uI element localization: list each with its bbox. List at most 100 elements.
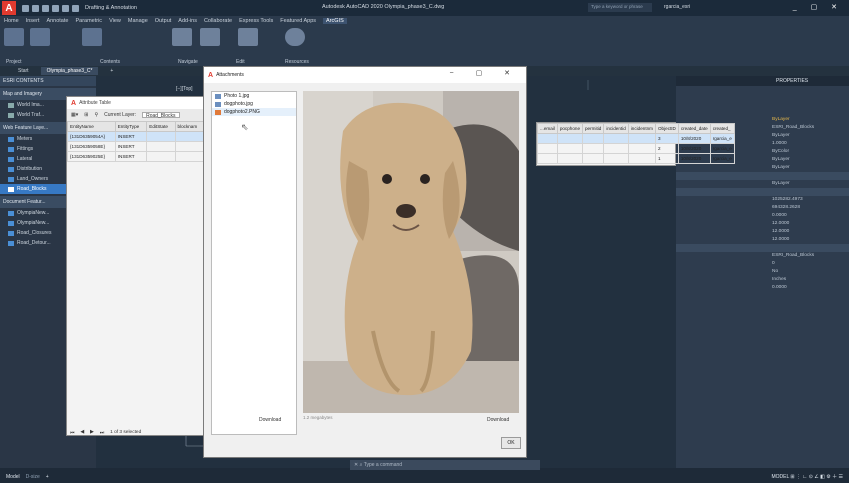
print-icon[interactable] [52, 4, 59, 12]
tab-annotate[interactable]: Annotate [46, 18, 68, 24]
window-controls[interactable]: _ ▢ ✕ [793, 3, 843, 11]
autocad-icon: A [71, 99, 77, 107]
column-header[interactable]: created_ [709, 123, 735, 134]
zoom-to-icon[interactable]: ⊞ [84, 112, 88, 118]
attachment-file-list: Photo 1.jpg dogphoto.jpg dogphoto2.PNG [211, 91, 297, 435]
property-value[interactable]: ByLayer [676, 180, 849, 188]
tab-arcgis[interactable]: ArcGIS [323, 18, 347, 24]
locate-icon[interactable] [172, 28, 192, 46]
dialog-window-controls[interactable]: − ▢ ✕ [450, 69, 520, 77]
property-value[interactable]: 0.0000 [676, 212, 849, 220]
coordinate-system-icon[interactable] [4, 28, 24, 46]
project-settings-icon[interactable] [30, 28, 50, 46]
tab-parametric[interactable]: Parametric [75, 18, 102, 24]
property-value[interactable]: Inches [676, 276, 849, 284]
workspace-select[interactable]: Drafting & Annotation [85, 5, 137, 11]
search-icon[interactable]: ⚲ [94, 112, 98, 118]
current-layer-label: Current Layer: [104, 112, 137, 118]
table-options-icon[interactable]: ▦▾ [71, 112, 78, 118]
property-value[interactable]: 0.0000 [676, 284, 849, 292]
tab-insert[interactable]: Insert [26, 18, 40, 24]
layer-icon [8, 136, 14, 142]
column-header[interactable]: blocknam [174, 121, 206, 132]
user-name[interactable]: rgarcia_esri [664, 4, 690, 10]
property-value[interactable]: 12.0000 [676, 220, 849, 228]
tab-document[interactable]: Olympia_phase3_C* [40, 67, 99, 75]
attribute-grid: EntityName EntityType EditState blocknam… [67, 121, 206, 162]
next-record-button[interactable]: ▶ [90, 430, 94, 436]
open-icon[interactable] [32, 4, 39, 12]
column-header[interactable]: incidentnm [627, 123, 656, 134]
table-row[interactable]: {131D6359054A} INSERT [67, 131, 206, 142]
column-header[interactable]: EntityType [114, 121, 148, 132]
property-section[interactable] [676, 244, 849, 252]
column-header[interactable]: created_date [677, 123, 711, 134]
save-icon[interactable] [42, 4, 49, 12]
column-header[interactable]: incidentid [603, 123, 629, 134]
autocad-logo-icon[interactable]: A [2, 1, 16, 15]
synchronize-icon[interactable] [238, 28, 258, 46]
download-right-button[interactable]: Download [487, 417, 509, 423]
previous-record-button[interactable]: ◀ [80, 430, 84, 436]
column-header[interactable]: permitid [581, 123, 605, 134]
new-icon[interactable] [22, 4, 29, 12]
file-item[interactable]: Photo 1.jpg [212, 92, 296, 100]
tab-express-tools[interactable]: Express Tools [239, 18, 273, 24]
tab-start[interactable]: Start [18, 68, 29, 74]
column-header[interactable]: pocphone [556, 123, 584, 134]
zoom-icon[interactable] [200, 28, 220, 46]
last-record-button[interactable]: ⏭ [100, 430, 104, 436]
search-input[interactable]: Type a keyword or phrase [588, 3, 652, 12]
add-data-icon[interactable] [82, 28, 102, 46]
command-input[interactable]: Type a command [364, 462, 402, 468]
help-icon[interactable] [285, 28, 305, 46]
table-row[interactable]: {131D6359058E} INSERT [67, 141, 206, 152]
tab-manage[interactable]: Manage [128, 18, 148, 24]
status-mode[interactable]: MODEL ⊞ ⋮ ∟ ⊙ ∠ ◧ ⚙ ＋ ☰ [771, 473, 843, 480]
tab-addins[interactable]: Add-ins [178, 18, 197, 24]
column-header[interactable]: EntityName [67, 121, 116, 132]
ok-button[interactable]: OK [501, 437, 521, 449]
add-layout-icon[interactable]: + [46, 474, 49, 480]
property-value[interactable]: No [676, 268, 849, 276]
close-command-icon[interactable]: ✕ ⌕ [354, 462, 364, 468]
property-value[interactable]: 694328.2628 [676, 204, 849, 212]
property-section[interactable] [676, 188, 849, 196]
column-header[interactable]: ObjectID [654, 123, 679, 134]
tab-collaborate[interactable]: Collaborate [204, 18, 232, 24]
table-row[interactable]: {131D6359025E} INSERT [67, 151, 206, 162]
tab-output[interactable]: Output [155, 18, 172, 24]
table-row[interactable]: 1 10/8/2020 rgarcia_e [537, 153, 735, 164]
attribute-table-titlebar: A Attribute Table [67, 97, 205, 109]
column-header[interactable]: ...email [537, 123, 558, 134]
quick-access-toolbar [22, 4, 79, 12]
command-line[interactable]: ✕ ⌕ Type a command [350, 460, 540, 470]
tab-view[interactable]: View [109, 18, 121, 24]
property-value[interactable]: 0 [676, 260, 849, 268]
model-tab[interactable]: Model [0, 474, 26, 480]
dog-photo [303, 91, 519, 413]
property-value[interactable]: 1025282.4973 [676, 196, 849, 204]
layout-tab[interactable]: D-size [26, 474, 40, 480]
tab-featured-apps[interactable]: Featured Apps [280, 18, 316, 24]
window-title: Autodesk AutoCAD 2020 Olympia_phase3_C.d… [322, 4, 445, 10]
tab-home[interactable]: Home [4, 18, 19, 24]
add-tab-icon[interactable]: + [110, 68, 113, 74]
property-value[interactable]: 12.0000 [676, 228, 849, 236]
table-row[interactable]: 2 10/8/2020 rgarcia_e [537, 143, 735, 154]
property-value[interactable]: 12.0000 [676, 236, 849, 244]
download-left-button[interactable]: Download [259, 417, 281, 423]
panel-contents: Contents [100, 59, 121, 65]
current-layer-select[interactable]: Road_Blocks [142, 112, 180, 119]
first-record-button[interactable]: ⏮ [70, 430, 74, 436]
attachments-title: Attachments [216, 72, 244, 78]
undo-icon[interactable] [62, 4, 69, 12]
property-section[interactable] [676, 172, 849, 180]
table-row[interactable]: 3 10/8/2020 rgarcia_e [537, 133, 735, 144]
file-item[interactable]: dogphoto.jpg [212, 100, 296, 108]
column-header[interactable]: EditState [146, 121, 176, 132]
file-item-selected[interactable]: dogphoto2.PNG [212, 108, 296, 116]
redo-icon[interactable] [72, 4, 79, 12]
property-value[interactable]: ByLayer [676, 164, 849, 172]
property-value[interactable]: ESRI_Road_Blocks [676, 252, 849, 260]
